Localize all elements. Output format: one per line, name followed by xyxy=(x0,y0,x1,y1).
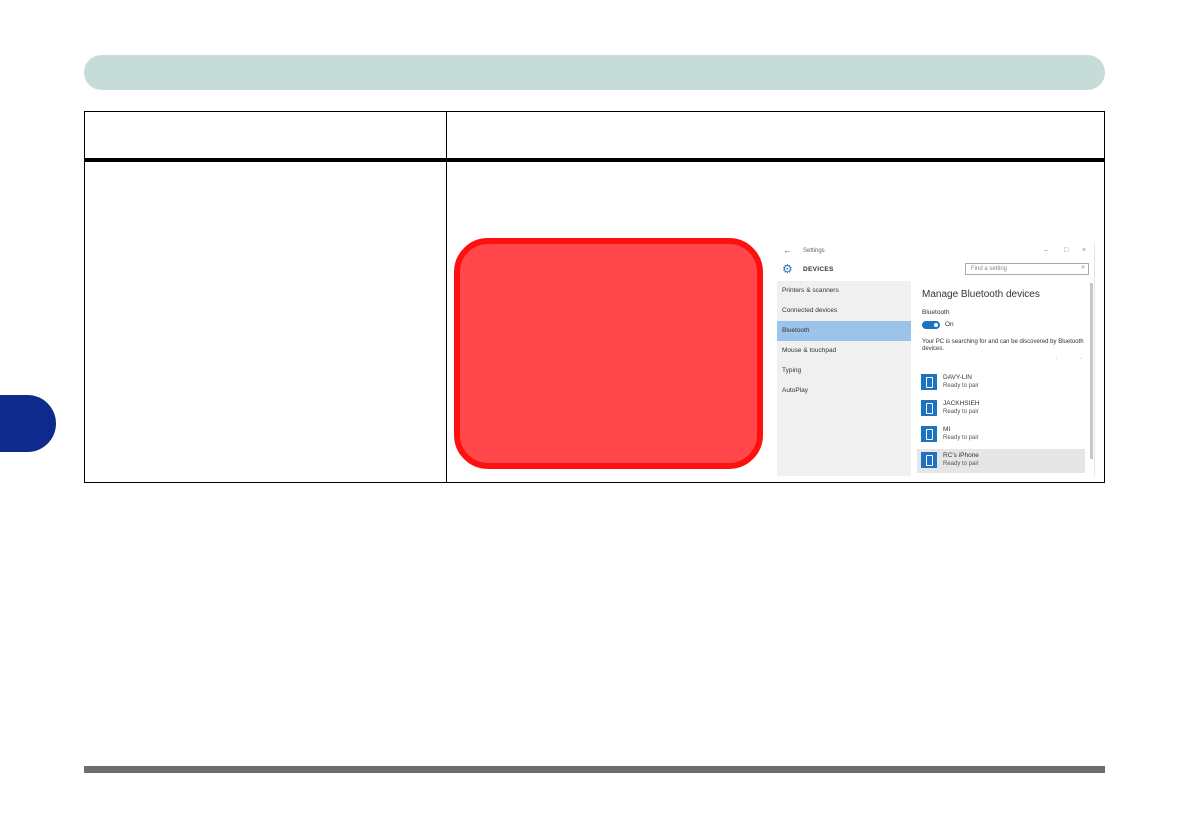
maximize-button[interactable]: □ xyxy=(1064,247,1068,254)
redaction-callout xyxy=(454,238,763,469)
minimize-button[interactable]: – xyxy=(1044,247,1048,254)
device-item[interactable]: MI Ready to pair xyxy=(917,423,1085,447)
table-header-row xyxy=(84,111,1105,162)
bluetooth-description: Your PC is searching for and can be disc… xyxy=(922,339,1084,352)
sidebar-item-autoplay[interactable]: AutoPlay xyxy=(777,381,911,401)
back-arrow-icon[interactable]: ← xyxy=(783,245,792,255)
progress-dot-icon: · xyxy=(1080,355,1083,362)
progress-dot-icon: · xyxy=(1055,355,1058,362)
sidebar-item-typing[interactable]: Typing xyxy=(777,361,911,381)
header-bar xyxy=(84,55,1105,90)
phone-icon xyxy=(921,452,937,468)
sidebar-nav: Printers & scanners Connected devices Bl… xyxy=(777,281,911,476)
device-icon xyxy=(921,374,937,390)
bluetooth-label: Bluetooth xyxy=(922,309,950,316)
window-title: Settings xyxy=(803,248,825,254)
toggle-state-label: On xyxy=(945,321,954,328)
device-name: MI xyxy=(943,426,951,433)
device-icon xyxy=(921,426,937,442)
chapter-tab xyxy=(0,395,56,452)
device-status: Ready to pair xyxy=(943,383,979,389)
scrollbar[interactable] xyxy=(1090,283,1093,459)
device-status: Ready to pair xyxy=(943,435,979,441)
sidebar-item-bluetooth[interactable]: Bluetooth xyxy=(777,321,911,341)
device-status: Ready to pair xyxy=(943,461,979,467)
table-header-cell-2 xyxy=(446,111,1105,162)
footer-rule xyxy=(84,766,1105,773)
window-titlebar: ← Settings – □ × xyxy=(777,243,1094,261)
device-item[interactable]: JACKHSIEH Ready to pair xyxy=(917,397,1085,421)
device-icon xyxy=(921,400,937,416)
section-title: DEVICES xyxy=(803,266,834,273)
device-name: RC's iPhone xyxy=(943,452,979,459)
search-placeholder: Find a setting xyxy=(971,266,1008,272)
gear-icon: ⚙ xyxy=(782,262,793,276)
sidebar-item-connected-devices[interactable]: Connected devices xyxy=(777,301,911,321)
bluetooth-toggle[interactable] xyxy=(922,321,940,329)
device-name: DAVY-LIN xyxy=(943,374,972,381)
page-title: Manage Bluetooth devices xyxy=(922,289,1040,300)
close-button[interactable]: × xyxy=(1082,247,1086,254)
device-name: JACKHSIEH xyxy=(943,400,980,407)
device-item[interactable]: RC's iPhone Ready to pair xyxy=(917,449,1085,473)
table-header-cell-1 xyxy=(84,111,447,162)
device-item[interactable]: DAVY-LIN Ready to pair xyxy=(917,371,1085,395)
device-status: Ready to pair xyxy=(943,409,979,415)
sidebar-item-printers[interactable]: Printers & scanners xyxy=(777,281,911,301)
search-icon: ⌕ xyxy=(1081,264,1085,271)
search-input[interactable]: Find a setting ⌕ xyxy=(965,263,1089,275)
table-cell-1 xyxy=(84,159,447,483)
sidebar-item-mouse[interactable]: Mouse & touchpad xyxy=(777,341,911,361)
settings-screenshot: ← Settings – □ × ⚙ DEVICES Find a settin… xyxy=(777,243,1095,476)
